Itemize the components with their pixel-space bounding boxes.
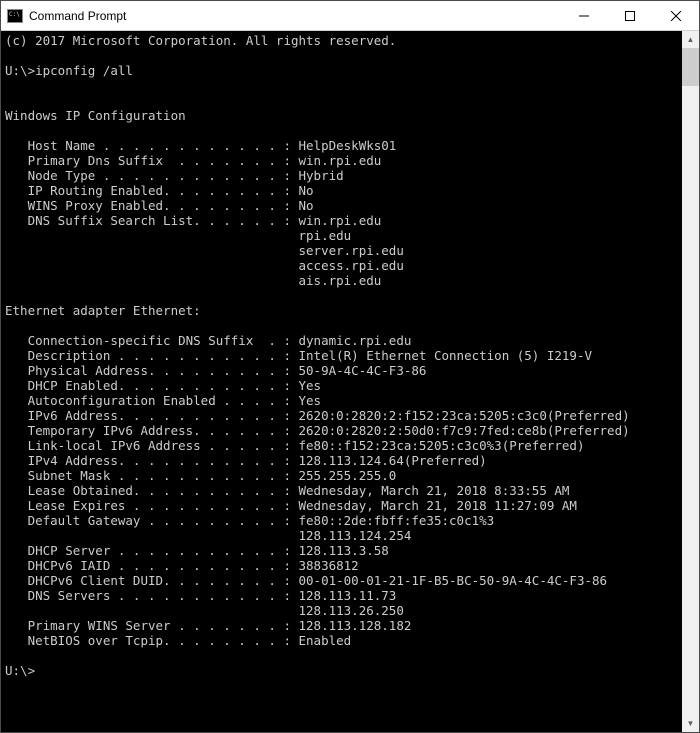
physical-address-label: Physical Address. . . . . . . . . :	[5, 363, 299, 378]
dns-servers-value-1: 128.113.26.250	[299, 603, 404, 618]
default-gateway-value-0: fe80::2de:fbff:fe35:c0c1%3	[299, 513, 495, 528]
lease-obtained-label: Lease Obtained. . . . . . . . . . :	[5, 483, 299, 498]
cmd-icon	[7, 9, 23, 23]
ip-routing-label: IP Routing Enabled. . . . . . . . :	[5, 183, 299, 198]
primary-dns-suffix-value: win.rpi.edu	[299, 153, 382, 168]
dhcp-server-label: DHCP Server . . . . . . . . . . . :	[5, 543, 299, 558]
section-header-ethernet: Ethernet adapter Ethernet:	[5, 303, 201, 318]
window-controls	[561, 1, 699, 30]
netbios-label: NetBIOS over Tcpip. . . . . . . . :	[5, 633, 299, 648]
link-local-ipv6-value: fe80::f152:23ca:5205:c3c0%3(Preferred)	[299, 438, 585, 453]
dns-search-value-1: rpi.edu	[299, 228, 352, 243]
node-type-value: Hybrid	[299, 168, 344, 183]
dns-search-value-4: ais.rpi.edu	[299, 273, 382, 288]
host-name-value: HelpDeskWks01	[299, 138, 397, 153]
conn-dns-value: dynamic.rpi.edu	[299, 333, 412, 348]
maximize-icon	[625, 11, 635, 21]
prompt: U:\>	[5, 63, 35, 78]
ipv4-address-label: IPv4 Address. . . . . . . . . . . :	[5, 453, 299, 468]
dns-search-value-0: win.rpi.edu	[299, 213, 382, 228]
title-bar[interactable]: Command Prompt	[1, 1, 699, 31]
prompt: U:\>	[5, 663, 35, 678]
close-button[interactable]	[653, 1, 699, 30]
dns-search-value-3: access.rpi.edu	[299, 258, 404, 273]
dhcpv6-iaid-value: 38836812	[299, 558, 359, 573]
host-name-label: Host Name . . . . . . . . . . . . :	[5, 138, 299, 153]
dns-servers-label: DNS Servers . . . . . . . . . . . :	[5, 588, 299, 603]
description-label: Description . . . . . . . . . . . :	[5, 348, 299, 363]
minimize-button[interactable]	[561, 1, 607, 30]
wins-proxy-value: No	[299, 198, 314, 213]
temp-ipv6-value: 2620:0:2820:2:50d0:f7c9:7fed:ce8b(Prefer…	[299, 423, 630, 438]
conn-dns-label: Connection-specific DNS Suffix . :	[5, 333, 299, 348]
client-area: (c) 2017 Microsoft Corporation. All righ…	[1, 31, 699, 732]
chevron-up-icon: ▲	[687, 35, 695, 44]
terminal-output[interactable]: (c) 2017 Microsoft Corporation. All righ…	[1, 31, 682, 732]
dhcp-enabled-label: DHCP Enabled. . . . . . . . . . . :	[5, 378, 299, 393]
primary-wins-value: 128.113.128.182	[299, 618, 412, 633]
scrollbar-track[interactable]	[682, 48, 699, 715]
chevron-down-icon: ▼	[687, 719, 695, 728]
maximize-button[interactable]	[607, 1, 653, 30]
lease-expires-label: Lease Expires . . . . . . . . . . :	[5, 498, 299, 513]
minimize-icon	[579, 11, 589, 21]
dns-servers-value-0: 128.113.11.73	[299, 588, 397, 603]
command-prompt-window: Command Prompt (c) 2017 Microsoft Corpor…	[0, 0, 700, 733]
ipv4-address-value: 128.113.124.64(Preferred)	[299, 453, 487, 468]
dhcpv6-duid-label: DHCPv6 Client DUID. . . . . . . . :	[5, 573, 299, 588]
dhcp-enabled-value: Yes	[299, 378, 322, 393]
command-text: ipconfig /all	[35, 63, 133, 78]
lease-expires-value: Wednesday, March 21, 2018 11:27:09 AM	[299, 498, 577, 513]
autoconfig-label: Autoconfiguration Enabled . . . . :	[5, 393, 299, 408]
copyright-line: (c) 2017 Microsoft Corporation. All righ…	[5, 33, 396, 48]
wins-proxy-label: WINS Proxy Enabled. . . . . . . . :	[5, 198, 299, 213]
lease-obtained-value: Wednesday, March 21, 2018 8:33:55 AM	[299, 483, 570, 498]
dhcpv6-duid-value: 00-01-00-01-21-1F-B5-BC-50-9A-4C-4C-F3-8…	[299, 573, 608, 588]
default-gateway-value-1: 128.113.124.254	[299, 528, 412, 543]
ipv6-address-value: 2620:0:2820:2:f152:23ca:5205:c3c0(Prefer…	[299, 408, 630, 423]
title-left: Command Prompt	[7, 9, 126, 23]
scroll-down-button[interactable]: ▼	[682, 715, 699, 732]
section-header-ipconfig: Windows IP Configuration	[5, 108, 186, 123]
physical-address-value: 50-9A-4C-4C-F3-86	[299, 363, 427, 378]
scroll-up-button[interactable]: ▲	[682, 31, 699, 48]
ip-routing-value: No	[299, 183, 314, 198]
link-local-ipv6-label: Link-local IPv6 Address . . . . . :	[5, 438, 299, 453]
description-value: Intel(R) Ethernet Connection (5) I219-V	[299, 348, 593, 363]
dhcp-server-value: 128.113.3.58	[299, 543, 389, 558]
close-icon	[671, 11, 681, 21]
temp-ipv6-label: Temporary IPv6 Address. . . . . . :	[5, 423, 299, 438]
dns-search-value-2: server.rpi.edu	[299, 243, 404, 258]
autoconfig-value: Yes	[299, 393, 322, 408]
subnet-mask-value: 255.255.255.0	[299, 468, 397, 483]
primary-dns-suffix-label: Primary Dns Suffix . . . . . . . :	[5, 153, 299, 168]
dhcpv6-iaid-label: DHCPv6 IAID . . . . . . . . . . . :	[5, 558, 299, 573]
node-type-label: Node Type . . . . . . . . . . . . :	[5, 168, 299, 183]
netbios-value: Enabled	[299, 633, 352, 648]
window-title: Command Prompt	[29, 9, 126, 23]
scrollbar-thumb[interactable]	[682, 48, 699, 86]
dns-search-label: DNS Suffix Search List. . . . . . :	[5, 213, 299, 228]
vertical-scrollbar[interactable]: ▲ ▼	[682, 31, 699, 732]
default-gateway-label: Default Gateway . . . . . . . . . :	[5, 513, 299, 528]
primary-wins-label: Primary WINS Server . . . . . . . :	[5, 618, 299, 633]
subnet-mask-label: Subnet Mask . . . . . . . . . . . :	[5, 468, 299, 483]
ipv6-address-label: IPv6 Address. . . . . . . . . . . :	[5, 408, 299, 423]
